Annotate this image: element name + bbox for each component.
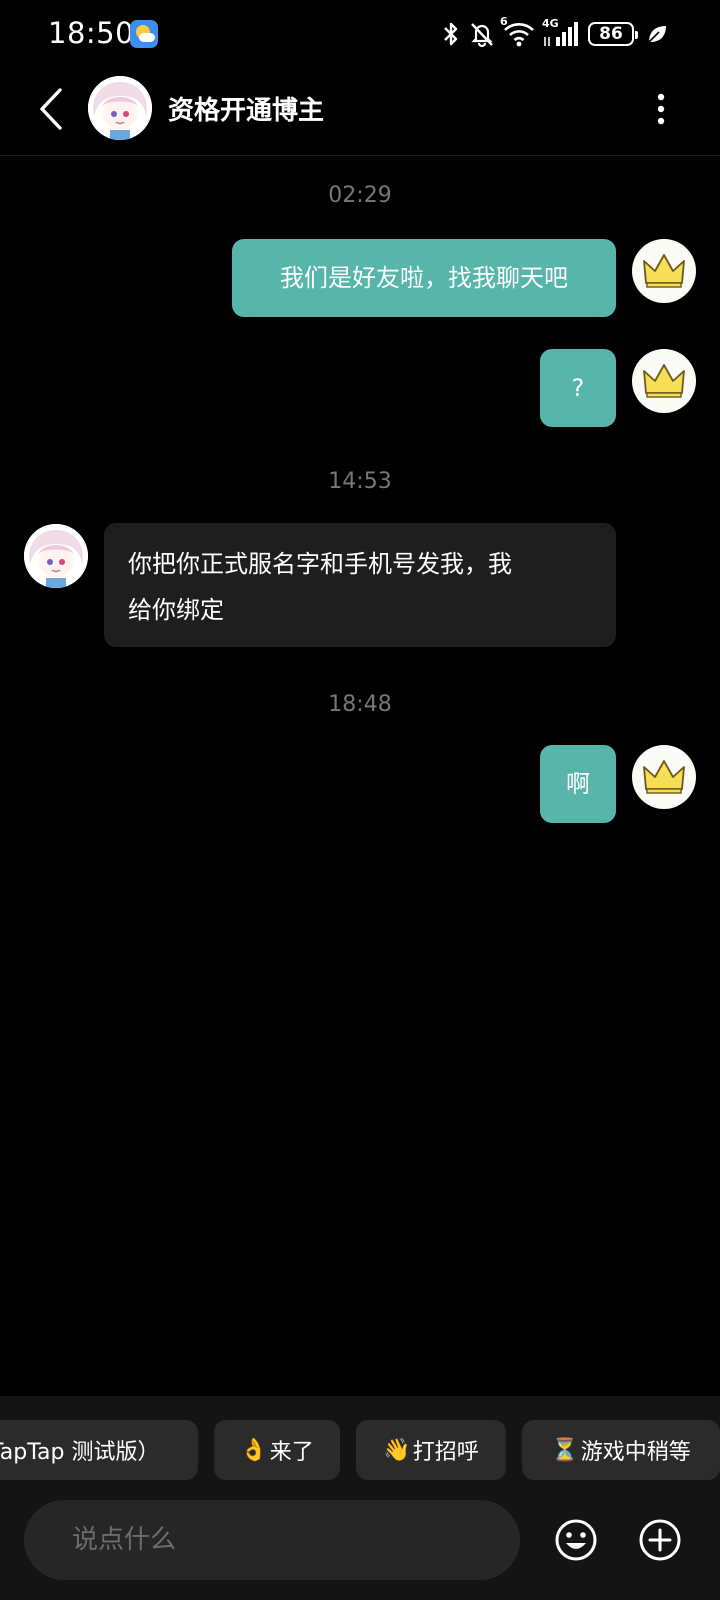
signal-icon: 4G (542, 17, 582, 49)
anime-avatar-image (88, 76, 152, 140)
more-options-button[interactable] (646, 88, 676, 130)
chat-screen: 18:50 6 4G 86 资格开通博主 02:29 我们是好友啦，找我聊天吧 … (0, 0, 720, 1600)
weather-icon (130, 20, 158, 48)
quick-reply-label: TapTap 测试版） (0, 1440, 160, 1465)
quick-reply-label: 打招呼 (412, 1440, 479, 1465)
status-icons: 6 4G 86 (440, 15, 668, 50)
message-input[interactable] (24, 1500, 520, 1580)
message-time: 14:53 (328, 469, 392, 494)
wifi-icon: 6 (500, 15, 536, 49)
message-time: 02:29 (328, 183, 392, 208)
status-bar: 18:50 6 4G 86 (0, 0, 720, 70)
incoming-message-line: 给你绑定 (128, 596, 224, 624)
crown-icon (643, 364, 685, 398)
contact-name: 资格开通博主 (168, 96, 325, 126)
back-arrow-icon (40, 88, 62, 130)
back-button[interactable] (28, 84, 72, 134)
ok-hand-icon: 👌 (240, 1437, 268, 1463)
leaf-icon (648, 26, 666, 43)
quick-reply-chip[interactable]: 👋 打招呼 (356, 1420, 506, 1480)
quick-reply-chip[interactable]: ⏳ 游戏中稍等 (522, 1420, 720, 1480)
waving-hand-icon: 👋 (383, 1437, 411, 1463)
crown-icon (643, 254, 685, 288)
status-time: 18:50 (48, 16, 135, 50)
composer-panel: TapTap 测试版） 👌 来了 👋 打招呼 ⏳ 游戏中稍等 (0, 1396, 720, 1600)
contact-message-avatar[interactable] (24, 524, 88, 588)
incoming-message-line: 你把你正式服名字和手机号发我，我 (128, 550, 512, 578)
add-circle-icon (639, 1519, 681, 1561)
quick-reply-label: 来了 (269, 1440, 314, 1465)
battery-icon: 86 (588, 22, 638, 46)
my-avatar[interactable] (632, 239, 696, 303)
message-time: 18:48 (328, 692, 392, 717)
add-attachment-button[interactable] (638, 1518, 682, 1562)
crown-icon (643, 760, 685, 794)
outgoing-message-bubble[interactable]: ? (540, 349, 616, 427)
emoji-button[interactable] (554, 1518, 598, 1562)
my-avatar[interactable] (632, 745, 696, 809)
outgoing-message-bubble[interactable]: 啊 (540, 745, 616, 823)
quick-reply-label: 游戏中稍等 (580, 1440, 691, 1465)
wifi-badge: 6 (500, 15, 508, 28)
incoming-message-bubble[interactable]: 你把你正式服名字和手机号发我，我 给你绑定 (104, 523, 616, 647)
chat-header: 资格开通博主 (0, 70, 720, 156)
contact-avatar[interactable] (88, 76, 152, 140)
outgoing-message-bubble[interactable]: 我们是好友啦，找我聊天吧 (232, 239, 616, 317)
more-vertical-icon (657, 93, 665, 125)
emoji-smile-icon (555, 1519, 597, 1561)
anime-avatar-image (24, 524, 88, 588)
quick-reply-chip[interactable]: TapTap 测试版） (0, 1420, 198, 1480)
my-avatar[interactable] (632, 349, 696, 413)
quick-reply-chip[interactable]: 👌 来了 (214, 1420, 340, 1480)
mute-icon (471, 23, 493, 48)
hourglass-icon: ⏳ (551, 1437, 579, 1463)
network-type: 4G (542, 17, 559, 30)
bluetooth-icon (444, 22, 458, 46)
